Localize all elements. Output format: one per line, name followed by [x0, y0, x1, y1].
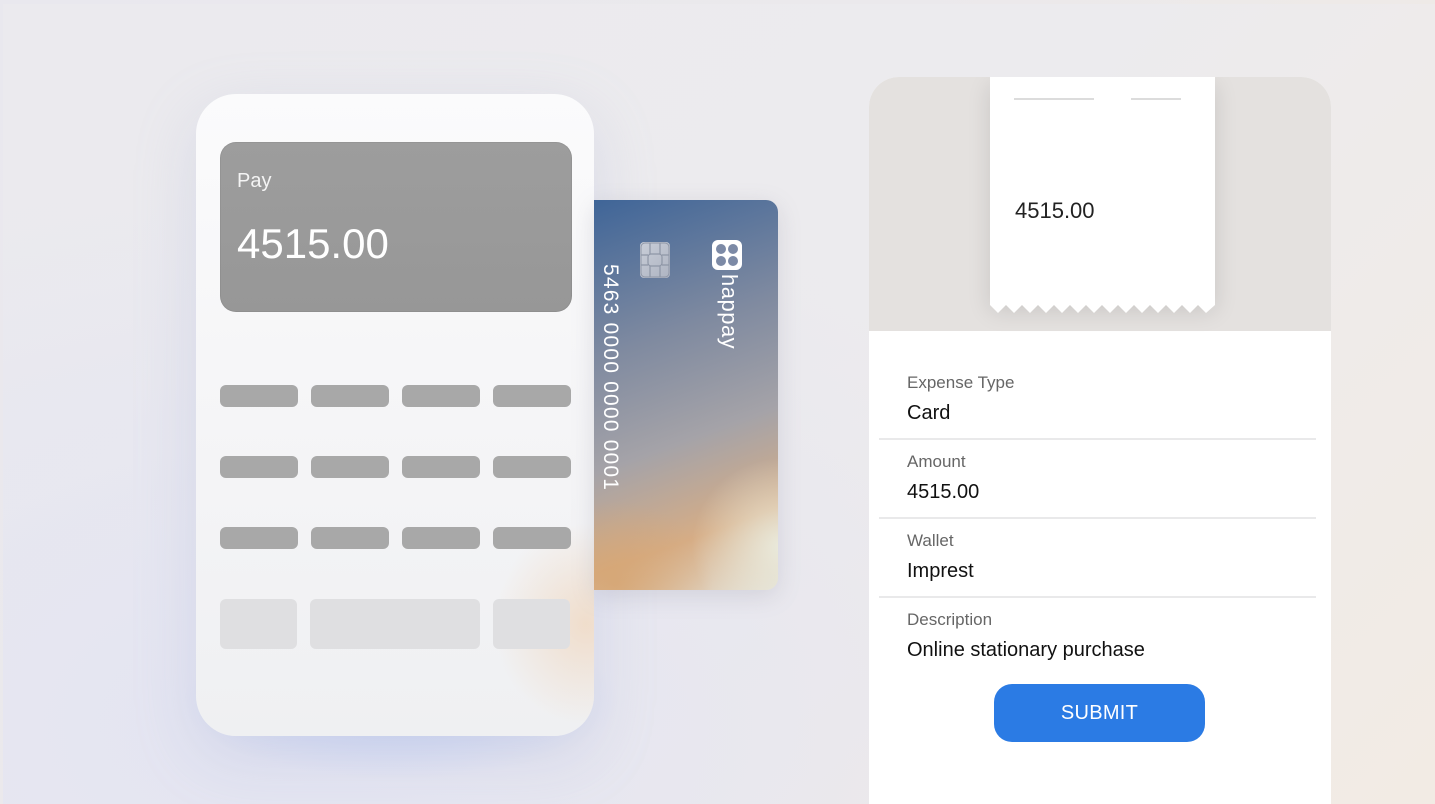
- field-amount[interactable]: Amount 4515.00: [879, 440, 1316, 519]
- keypad-key[interactable]: [311, 456, 389, 478]
- field-value[interactable]: Imprest: [907, 560, 974, 583]
- pos-terminal: Pay 4515.00: [196, 94, 594, 736]
- submit-button[interactable]: SUBMIT: [994, 684, 1205, 742]
- field-expense-type[interactable]: Expense Type Card: [879, 361, 1316, 440]
- receipt-line: [1014, 98, 1094, 100]
- keypad-key[interactable]: [220, 456, 298, 478]
- happay-logo-icon: [712, 240, 742, 270]
- pay-amount: 4515.00: [237, 220, 389, 267]
- keypad-key-large[interactable]: [220, 599, 297, 649]
- keypad-key[interactable]: [311, 385, 389, 407]
- field-label: Wallet: [907, 531, 954, 550]
- field-value[interactable]: Card: [907, 402, 950, 425]
- keypad-key[interactable]: [493, 456, 571, 478]
- receipt: 4515.00: [990, 77, 1215, 303]
- receipt-torn-edge: [990, 303, 1215, 313]
- keypad-key[interactable]: [402, 456, 480, 478]
- keypad-key[interactable]: [220, 527, 298, 549]
- keypad-key[interactable]: [220, 385, 298, 407]
- receipt-line: [1131, 98, 1181, 100]
- keypad-key-wide[interactable]: [310, 599, 480, 649]
- keypad-key[interactable]: [311, 527, 389, 549]
- keypad-key[interactable]: [493, 385, 571, 407]
- keypad-key-large[interactable]: [493, 599, 570, 649]
- field-value[interactable]: Online stationary purchase: [907, 639, 1145, 662]
- pay-label: Pay: [237, 170, 272, 192]
- payment-card: 5463 0000 0000 0001 happay: [594, 200, 778, 590]
- keypad-key[interactable]: [402, 385, 480, 407]
- field-label: Amount: [907, 452, 966, 471]
- field-label: Description: [907, 610, 993, 629]
- expense-form: Expense Type Card Amount 4515.00 Wallet …: [879, 361, 1316, 675]
- field-value[interactable]: 4515.00: [907, 481, 979, 504]
- keypad-key[interactable]: [402, 527, 480, 549]
- card-number: 5463 0000 0000 0001: [599, 264, 622, 492]
- card-sheen: [684, 450, 778, 590]
- field-description[interactable]: Description Online stationary purchase: [879, 598, 1316, 675]
- card-chip-icon: [640, 242, 670, 278]
- field-wallet[interactable]: Wallet Imprest: [879, 519, 1316, 598]
- field-label: Expense Type: [907, 373, 1015, 392]
- terminal-screen: Pay 4515.00: [220, 142, 572, 312]
- card-brand: happay: [712, 240, 742, 349]
- keypad-key[interactable]: [493, 527, 571, 549]
- receipt-amount: 4515.00: [1015, 198, 1095, 223]
- expense-panel: 4515.00 Expense Type Card Amount 4515.00…: [869, 77, 1331, 804]
- brand-name: happay: [717, 274, 742, 350]
